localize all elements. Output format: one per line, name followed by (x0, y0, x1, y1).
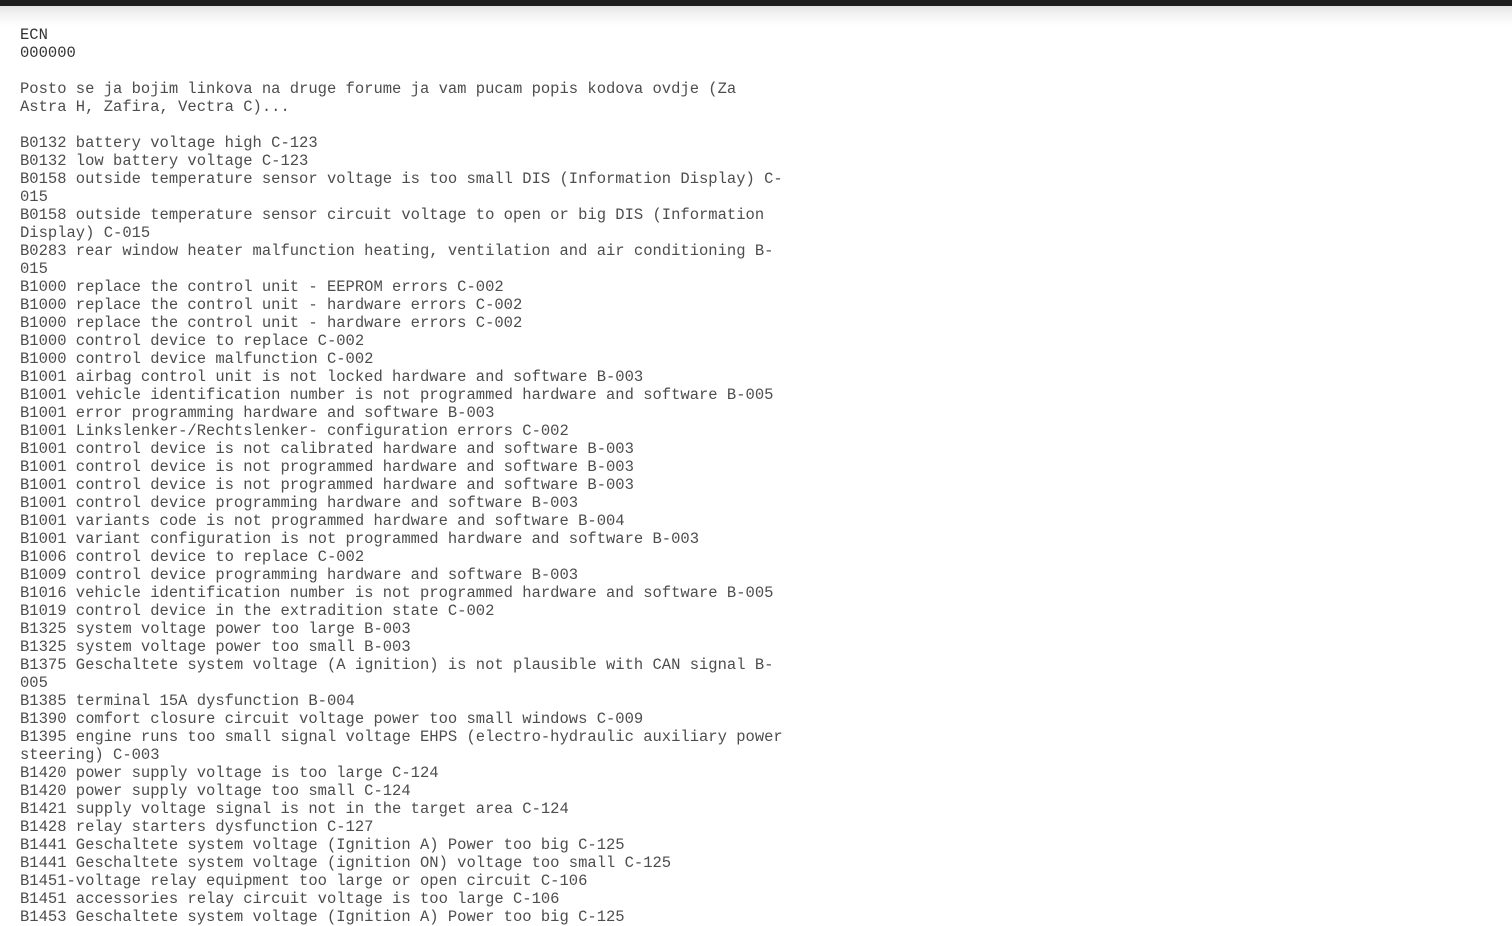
document-subheading: 000000 (20, 44, 76, 62)
document-heading: ECN (20, 26, 48, 44)
page-top-gradient (0, 6, 1512, 26)
document-body: ECN 000000 Posto se ja bojim linkova na … (0, 26, 792, 926)
intro-paragraph: Posto se ja bojim linkova na druge forum… (20, 80, 746, 116)
intro-spacer (20, 116, 792, 134)
fault-code-list: B0132 battery voltage high C-123 B0132 l… (20, 134, 783, 926)
page-content: ECN 000000 Posto se ja bojim linkova na … (0, 26, 1512, 926)
heading-spacer (20, 62, 792, 80)
